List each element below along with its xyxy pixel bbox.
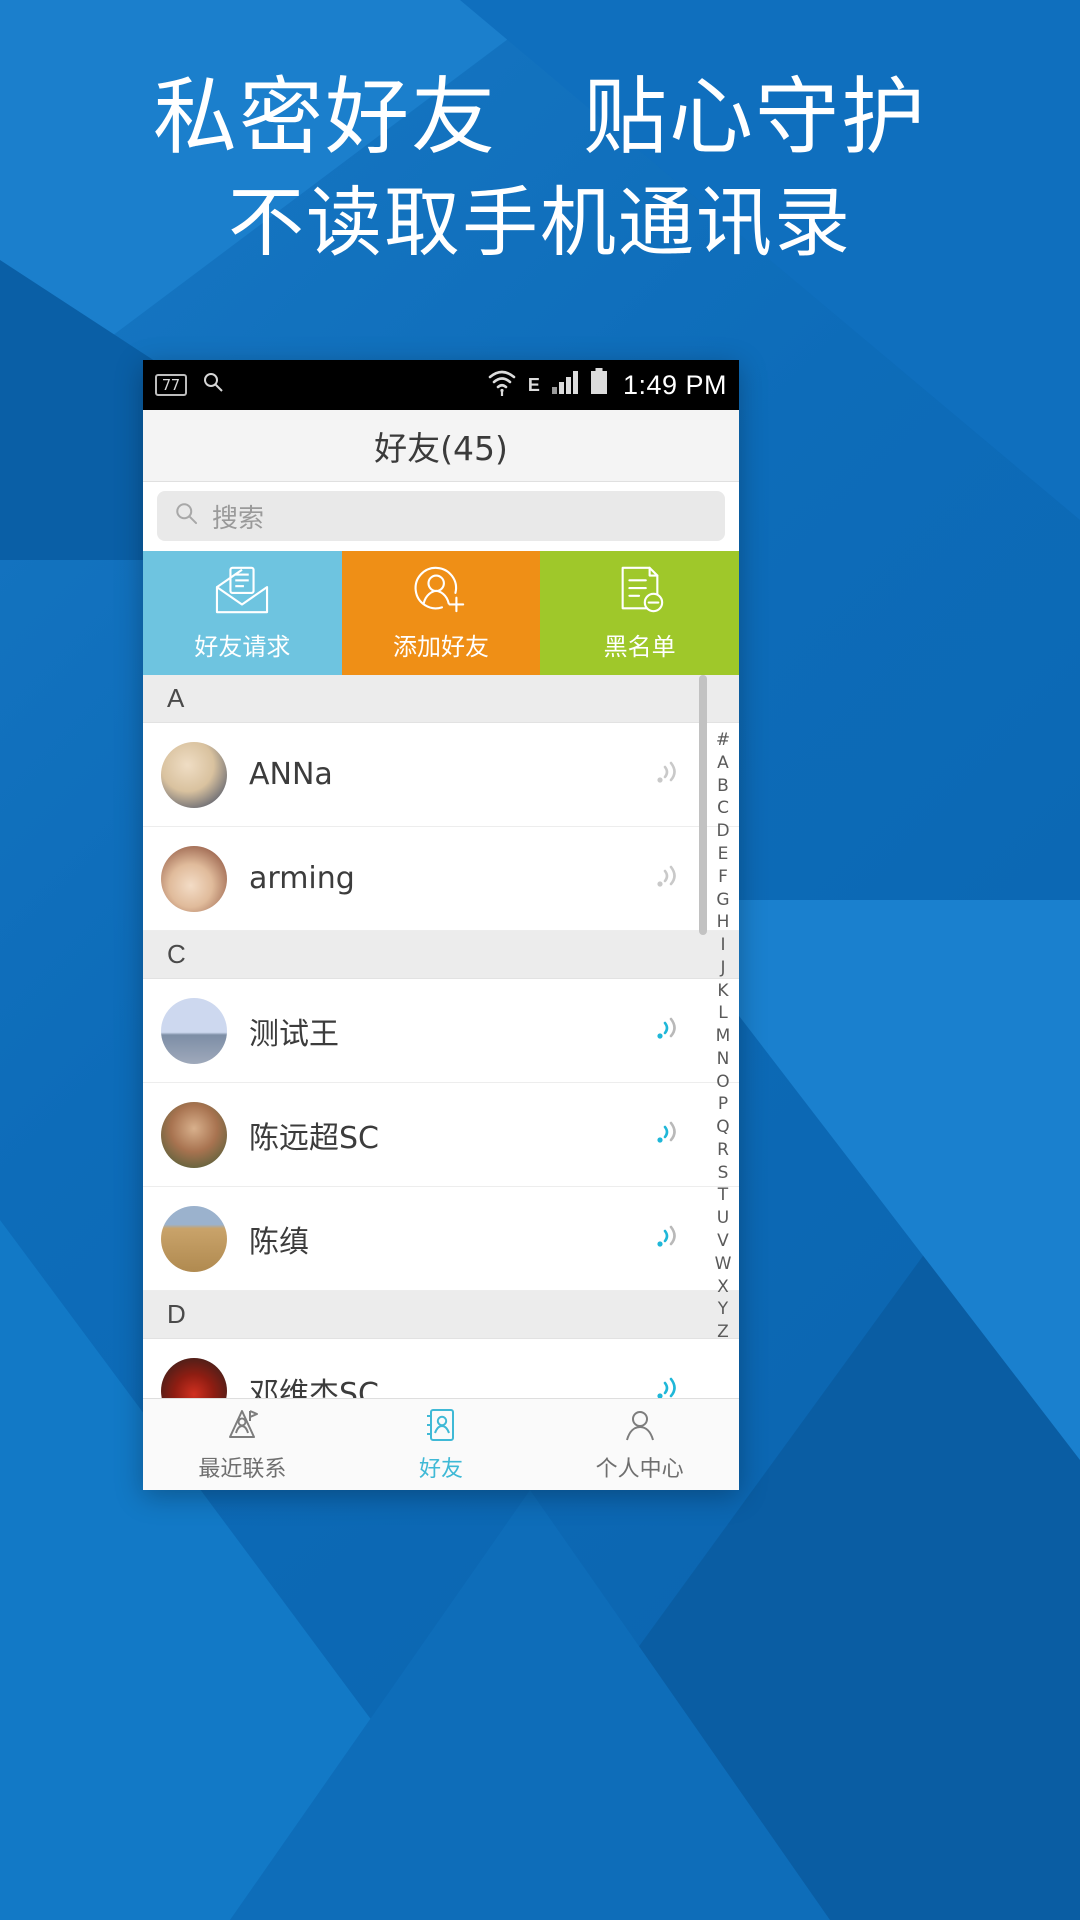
app-title-bar: 好友(45) [143,410,739,482]
search-icon[interactable] [201,370,225,401]
avatar [161,845,227,912]
friends-icon [423,1407,459,1448]
battery-icon [590,368,608,402]
alpha-index-item[interactable]: I [720,934,725,957]
action-tab-label: 黑名单 [603,633,676,661]
document-block-icon [613,564,667,621]
alpha-index-item[interactable]: B [717,775,729,798]
alpha-index-item[interactable]: P [718,1093,728,1116]
poster-headline: 私密好友 贴心守护 不读取手机通讯录 [0,68,1080,270]
status-bar: 77 E 1:49 PM [143,360,739,410]
alpha-index-item[interactable]: Z [717,1321,729,1344]
contact-name: 陈缜 [249,1224,309,1260]
avatar [161,1101,227,1168]
search-bar-container: 搜索 [143,482,739,551]
alpha-index-item[interactable]: R [717,1139,729,1162]
search-input[interactable]: 搜索 [157,491,725,541]
network-type-label: E [527,374,540,395]
contact-name: arming [249,861,355,896]
signal-wave-icon[interactable] [651,859,685,898]
headline-line-1: 私密好友 贴心守护 [152,68,927,166]
nav-item-recent[interactable]: 最近联系 [143,1399,342,1490]
nav-item-profile[interactable]: 个人中心 [540,1399,739,1490]
avatar [161,1357,227,1398]
bg-facet-7 [230,1490,830,1920]
alpha-index-item[interactable]: H [717,911,730,934]
contact-name: 邓维杰SC [249,1376,379,1399]
contact-list[interactable]: A ANNa arming C 测试王 陈远超SC 陈缜 D 邓维杰SC # A… [143,675,739,1398]
phone-screenshot: 77 E 1:49 PM 好友(45) 搜索 好友请求 添加好友 黑名单 A A… [143,360,739,1490]
search-field-icon [173,500,200,532]
alpha-index-item[interactable]: S [718,1162,729,1185]
status-bar-clock: 1:49 PM [622,369,727,400]
alpha-index-item[interactable]: G [716,889,729,912]
action-tab-label: 添加好友 [393,633,489,661]
signal-wave-icon[interactable] [651,1115,685,1154]
contact-row[interactable]: 邓维杰SC [143,1339,739,1398]
alpha-index-item[interactable]: Y [718,1298,728,1321]
section-header-a: A [143,675,739,723]
avatar [161,741,227,808]
signal-bars-icon [551,369,579,402]
contact-row[interactable]: ANNa [143,723,739,827]
alpha-index-item[interactable]: N [717,1048,730,1071]
alpha-index-item[interactable]: W [715,1253,732,1276]
contact-row[interactable]: 测试王 [143,979,739,1083]
alpha-index-item[interactable]: X [717,1276,729,1299]
signal-wave-icon[interactable] [651,1011,685,1050]
list-scrollbar[interactable] [699,675,707,935]
alpha-index-item[interactable]: K [717,980,728,1003]
notification-count-badge: 77 [155,373,188,397]
avatar [161,1205,227,1272]
alpha-index-item[interactable]: # [716,729,730,752]
alpha-index-item[interactable]: J [720,957,725,980]
alpha-index-item[interactable]: C [717,797,729,820]
avatar [161,997,227,1064]
alpha-index-item[interactable]: T [718,1184,728,1207]
alpha-index-item[interactable]: L [718,1002,727,1025]
action-tab-friend-requests[interactable]: 好友请求 [143,551,342,675]
bottom-navigation: 最近联系 好友 个人中心 [143,1398,739,1490]
page-title: 好友(45) [374,428,508,468]
signal-wave-icon[interactable] [651,1219,685,1258]
nav-item-label: 个人中心 [595,1456,684,1482]
nav-item-friends[interactable]: 好友 [342,1399,541,1490]
contact-name: 测试王 [249,1016,339,1052]
alpha-index-item[interactable]: U [717,1207,729,1230]
signal-wave-icon[interactable] [651,755,685,794]
status-bar-left: 77 [155,370,225,401]
alphabet-index[interactable]: # A B C D E F G H I J K L M N O P Q R S … [710,675,736,1398]
contact-row[interactable]: arming [143,827,739,931]
wifi-icon [487,368,517,403]
alpha-index-item[interactable]: D [716,820,729,843]
alpha-index-item[interactable]: O [716,1071,729,1094]
action-tab-blacklist[interactable]: 黑名单 [540,551,739,675]
contact-name: ANNa [249,757,333,792]
action-tabs: 好友请求 添加好友 黑名单 [143,551,739,675]
contact-row[interactable]: 陈远超SC [143,1083,739,1187]
action-tab-add-friend[interactable]: 添加好友 [341,551,541,675]
alpha-index-item[interactable]: Q [716,1116,729,1139]
alpha-index-item[interactable]: F [718,866,728,889]
profile-icon [622,1407,658,1448]
recent-contacts-icon [223,1407,261,1448]
action-tab-label: 好友请求 [194,633,291,661]
person-add-icon [413,564,469,621]
alpha-index-item[interactable]: A [717,752,729,775]
section-header-c: C [143,931,739,979]
headline-line-2: 不读取手机通讯录 [228,178,852,268]
contact-row[interactable]: 陈缜 [143,1187,739,1291]
signal-wave-icon[interactable] [651,1371,685,1398]
section-header-d: D [143,1291,739,1339]
alpha-index-item[interactable]: V [717,1230,729,1253]
alpha-index-item[interactable]: E [718,843,729,866]
alpha-index-item[interactable]: M [716,1025,731,1048]
contact-name: 陈远超SC [249,1120,379,1156]
nav-item-label: 好友 [419,1456,464,1482]
envelope-open-icon [213,564,271,621]
status-bar-right: E 1:49 PM [487,368,727,403]
search-placeholder: 搜索 [212,503,265,534]
nav-item-label: 最近联系 [198,1456,287,1482]
